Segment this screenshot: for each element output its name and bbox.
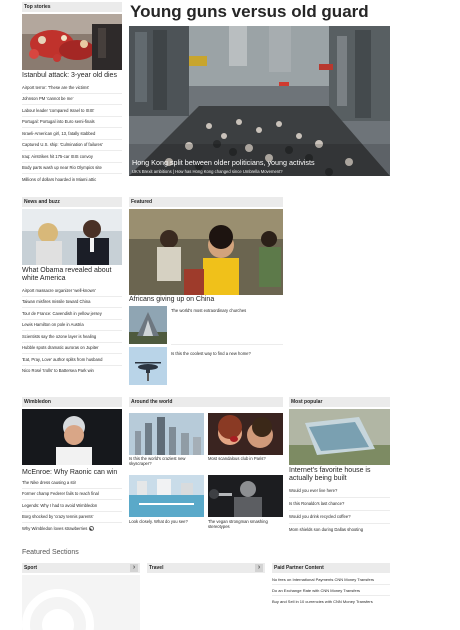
wimbledon-link-list: The Nike dress causing a stir Former cha… [22,477,122,534]
feature-caption[interactable]: Hong Kong split between older politician… [132,158,387,167]
chevron-right-icon[interactable]: › [130,564,138,572]
wimbledon-section: Wimbledon McEnroe: Why Raonic can win Th… [22,397,122,531]
wimbledon-link[interactable]: Borg shocked by 'crazy tennis parents' [22,512,122,523]
featured-lead-headline[interactable]: Africans giving up on China [129,296,283,304]
travel-header[interactable]: Travel › [147,563,265,573]
news-buzz-lead-headline[interactable]: What Obama revealed about white America [22,267,122,283]
featured-item-thumb-churches[interactable] [129,306,167,344]
around-world-item-strongman[interactable]: The vegan strongman smashing stereotypes [208,519,283,529]
featured-section: Featured Africans giving up on China The… [129,197,283,385]
partner-header-label: Paid Partner Content [274,565,324,571]
featured-sections-title: Featured Sections [22,549,79,556]
wimbledon-header-label: Wimbledon [24,399,51,405]
news-buzz-link[interactable]: Tour de France: Cavendish in yellow jers… [22,308,122,320]
news-buzz-link[interactable]: Nico Rosé 'trolls' to Battersea Park win [22,366,122,377]
top-stories-header-label: Top stories [24,4,51,10]
most-popular-link[interactable]: Would you drink recycled coffee? [289,511,390,524]
wimbledon-header[interactable]: Wimbledon [22,397,122,407]
most-popular-header[interactable]: Most popular [289,397,390,407]
travel-header-label: Travel [149,565,164,571]
most-popular-section: Most popular Internet's favorite house i… [289,397,390,532]
wimbledon-photo[interactable] [22,409,122,465]
sport-header-label: Sport [24,565,38,571]
news-buzz-link-list: Airport massacre organizer 'well-known' … [22,285,122,376]
top-stories-link[interactable]: Israeli-American girl, 13, fatally stabb… [22,128,122,140]
most-popular-link[interactable]: Would you ever live here? [289,485,390,498]
most-popular-link-list: Would you ever live here? Is this Ronald… [289,485,390,536]
around-world-thumb-club[interactable] [208,413,283,455]
travel-section: Travel › [147,563,265,573]
featured-header-label: Featured [131,199,153,205]
sport-header[interactable]: Sport › [22,563,140,573]
news-buzz-link[interactable]: 'Eat, Pray, Love' author splits from hus… [22,354,122,366]
news-buzz-link[interactable]: Taiwan misfires missile toward China [22,297,122,308]
wimbledon-link[interactable]: Former champ Federer fails to reach fina… [22,489,122,500]
most-popular-header-label: Most popular [291,399,323,405]
around-world-thumb-strongman[interactable] [208,475,283,517]
wimbledon-link[interactable]: Legends: Why I had to avoid Wimbledon [22,500,122,512]
top-stories-link[interactable]: Johnson PM 'cannot be me' [22,94,122,105]
partner-header: Paid Partner Content [272,563,390,573]
featured-item-home[interactable]: Is this the coolest way to find a new ho… [171,351,283,356]
wimbledon-link[interactable]: Why Wimbledon loves strawberries ▶ [22,523,122,534]
news-buzz-section: News and buzz What Obama revealed about … [22,197,122,373]
top-stories-link[interactable]: Iraq: Airstrikes hit 175-car ISIS convoy [22,151,122,163]
around-world-header[interactable]: Around the world [129,397,283,407]
around-world-item-club[interactable]: Most scandalous club in Paris? [208,456,283,461]
sport-graphic[interactable] [22,575,140,630]
top-stories-link[interactable]: Labour leader 'compared Israel to ISIS' [22,105,122,117]
around-world-item-look[interactable]: Look closely. What do you see? [129,519,204,524]
around-world-header-label: Around the world [131,399,173,405]
most-popular-link[interactable]: Mom shields son during Dallas shooting [289,524,390,536]
feature-subcaption[interactable]: UK's Brexit ambitions | How has Hong Kon… [132,169,387,174]
news-buzz-link[interactable]: Airport massacre organizer 'well-known' [22,285,122,297]
featured-photo[interactable] [129,209,283,295]
sport-section: Sport › [22,563,140,630]
featured-item-churches[interactable]: The world's most extraordinary churches [171,308,283,313]
partner-link[interactable]: No fees on International Payments CNN Mo… [272,577,390,585]
top-stories-photo[interactable] [22,14,122,70]
news-buzz-link[interactable]: Hubble spots dramatic auroras on Jupiter [22,343,122,354]
featured-divider [171,344,283,345]
top-stories-link[interactable]: Portugal: Portugal into Euro semi-finals [22,117,122,128]
news-buzz-link[interactable]: Scientists say the ozone layer is healin… [22,331,122,343]
top-stories-header[interactable]: Top stories [22,2,122,12]
chevron-right-icon[interactable]: › [255,564,263,572]
top-stories-link[interactable]: Captured U.S. ship: 'Culmination of fail… [22,140,122,151]
top-stories-lead-headline[interactable]: Istanbul attack: 3-year old dies [22,72,122,80]
top-stories-link[interactable]: Airport terror: 'These are the victims' [22,82,122,94]
wimbledon-link-text: Why Wimbledon loves strawberries [22,525,88,531]
most-popular-link[interactable]: Is this Ronaldo's last chance? [289,498,390,511]
top-stories-section: Top stories Istanbul attack: 3-year old … [22,2,122,181]
news-buzz-link[interactable]: Lewis Hamilton on pole in Austria [22,320,122,331]
featured-item-thumb-home[interactable] [129,347,167,385]
feature-title[interactable]: Young guns versus old guard [130,1,390,22]
featured-header[interactable]: Featured [129,197,283,207]
partner-section: Paid Partner Content No fees on Internat… [272,563,390,604]
around-world-thumb-skyscraper[interactable] [129,413,204,455]
around-world-section: Around the world Is this the world's cra… [129,397,283,529]
wimbledon-link[interactable]: The Nike dress causing a stir [22,477,122,489]
most-popular-lead-headline[interactable]: Internet's favorite house is actually be… [289,467,390,483]
most-popular-photo[interactable] [289,409,390,465]
around-world-thumb-look[interactable] [129,475,204,517]
news-buzz-header-label: News and buzz [24,199,60,205]
partner-link[interactable]: Do an Exchange Rate with CNN Money Trans… [272,588,390,596]
feature-photo[interactable]: Hong Kong split between older politician… [129,26,390,176]
news-buzz-photo[interactable] [22,209,122,265]
video-play-icon: ▶ [88,525,94,531]
top-stories-link[interactable]: Millions of dollars hoarded in Miami att… [22,174,122,185]
news-buzz-header[interactable]: News and buzz [22,197,122,207]
wimbledon-lead-headline[interactable]: McEnroe: Why Raonic can win [22,469,122,477]
top-stories-link-list: Airport terror: 'These are the victims' … [22,82,122,185]
partner-link[interactable]: Buy and Sell in 10 currencies with CNN M… [272,599,390,604]
top-stories-link[interactable]: Body parts wash up near Rio Olympics sit… [22,163,122,174]
around-world-item-skyscraper[interactable]: Is this the world's craziest new skyscra… [129,456,204,466]
